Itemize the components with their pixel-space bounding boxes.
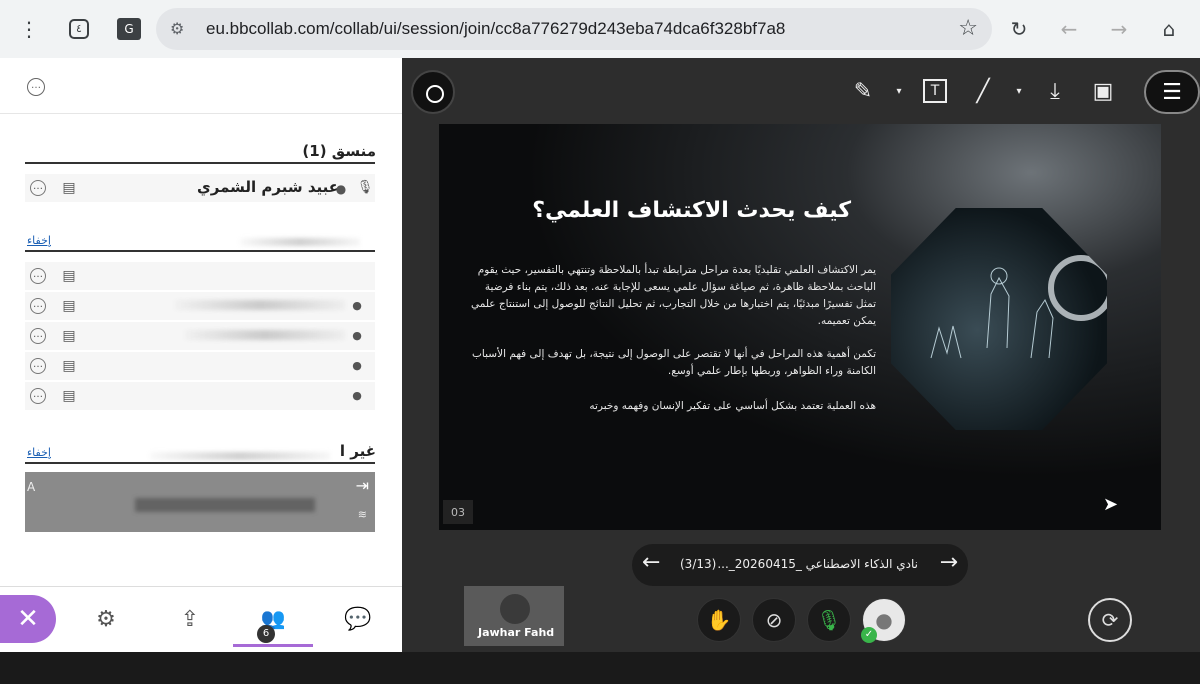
user-icon: ●: [352, 359, 362, 372]
blurred-name: [135, 498, 315, 512]
tab-count-icon[interactable]: ٤: [64, 14, 94, 44]
chevron-down-icon[interactable]: ▾: [892, 74, 906, 108]
slide-title: كيف يحدث الاكتشاف العلمي؟: [532, 198, 851, 223]
more-options-icon[interactable]: …: [30, 180, 46, 196]
list-icon: ▤: [62, 180, 76, 196]
pen-icon[interactable]: ✎: [848, 74, 878, 108]
participants-panel: … منسق (1) … ▤ عبيد شبرم الشمري ● 🎙 إخفا…: [0, 58, 402, 652]
chevron-down-icon[interactable]: ▾: [1012, 74, 1026, 108]
browser-toolbar: ⋮ ٤ G ⚙ eu.bbcollab.com/collab/ui/sessio…: [0, 0, 1200, 58]
list-icon: ▤: [62, 358, 76, 374]
participant-row[interactable]: … ▤ ●: [25, 322, 375, 350]
other-section-title: غير ا: [339, 442, 376, 460]
panel-tabs: ✕ ⚙ ⇪ 👥 6 💬: [0, 586, 402, 652]
download-icon[interactable]: ⤓: [1040, 74, 1070, 108]
blurred-name: [185, 330, 345, 340]
participant-row[interactable]: … ▤ ●: [25, 292, 375, 320]
raise-hand-icon[interactable]: ✋: [697, 598, 741, 642]
back-icon[interactable]: ←: [1054, 14, 1084, 44]
microphone-icon[interactable]: 🎙: [807, 598, 851, 642]
section-divider: [25, 162, 375, 164]
panel-header: …: [0, 58, 402, 114]
blurred-title: [150, 452, 330, 460]
user-icon: ●: [875, 608, 893, 632]
microphone-icon: 🎙: [356, 180, 374, 195]
user-icon: ●: [352, 299, 362, 312]
file-name: نادي الذكاء الاصطناعي _20260415_...: [717, 557, 918, 571]
slide-navigation: ← (3/13) نادي الذكاء الاصطناعي _20260415…: [632, 544, 968, 586]
camera-off-icon[interactable]: ⊘: [752, 598, 796, 642]
forward-icon[interactable]: →: [1104, 14, 1134, 44]
next-slide-button[interactable]: →: [940, 550, 958, 575]
slide-paragraph: يمر الاكتشاف العلمي تقليديًا بعدة مراحل …: [471, 264, 876, 327]
slide-image: [891, 208, 1107, 430]
moderator-section-title: منسق (1): [302, 142, 376, 160]
check-icon: ✓: [861, 627, 877, 643]
participant-row[interactable]: … ▤ ●: [25, 382, 375, 410]
site-settings-icon[interactable]: ⚙: [170, 19, 184, 38]
stamp-icon[interactable]: ▣: [1088, 74, 1118, 108]
more-options-icon[interactable]: …: [30, 358, 46, 374]
hide-link[interactable]: إخفاء: [27, 234, 51, 247]
menu-icon[interactable]: ☰: [1144, 70, 1200, 114]
wifi-icon: ≋: [357, 508, 367, 521]
tab-participants[interactable]: 👥 6: [233, 591, 313, 647]
blurred-name: [175, 300, 345, 310]
blurred-title: [240, 238, 360, 246]
collaborate-icon[interactable]: ⟳: [1088, 598, 1132, 642]
home-icon[interactable]: ⌂: [1154, 14, 1184, 44]
slide-paragraph: هذه العملية تعتمد بشكل أساسي على تفكير ا…: [589, 400, 876, 412]
more-options-icon[interactable]: …: [30, 328, 46, 344]
more-options-icon[interactable]: …: [30, 268, 46, 284]
main-stage: ✎ ▾ T ╱ ▾ ⤓ ▣ ☰ كيف يحدث الاكتشاف العلمي…: [402, 58, 1200, 662]
user-icon: ●: [352, 329, 362, 342]
participant-count-badge: 6: [257, 625, 275, 643]
translate-icon[interactable]: G: [114, 14, 144, 44]
chat-icon[interactable]: 💬: [318, 591, 398, 647]
star-icon[interactable]: ☆: [958, 16, 978, 41]
slide-number: 03: [443, 500, 473, 524]
more-options-icon[interactable]: …: [30, 298, 46, 314]
avatar: [500, 594, 530, 624]
user-icon: ●: [352, 389, 362, 402]
slide-paragraph: تكمن أهمية هذه المراحل في أنها لا تقتصر …: [472, 348, 876, 377]
my-status-button[interactable]: ● ✓: [861, 598, 906, 643]
share-icon[interactable]: ⇪: [150, 591, 230, 647]
list-icon: ▤: [62, 388, 76, 404]
participant-row[interactable]: … ▤: [25, 262, 375, 290]
address-bar[interactable]: ⚙ eu.bbcollab.com/collab/ui/session/join…: [156, 8, 992, 50]
more-options-icon[interactable]: …: [30, 388, 46, 404]
moderator-row[interactable]: … ▤ عبيد شبرم الشمري ● 🎙: [25, 174, 375, 202]
guest-card[interactable]: A ⇥ ≋: [25, 472, 375, 532]
stop-sharing-button[interactable]: [411, 70, 455, 114]
hide-link[interactable]: إخفاء: [27, 446, 51, 459]
more-icon[interactable]: ⋮: [14, 14, 44, 44]
user-icon: ●: [335, 182, 347, 196]
video-participant-name: Jawhar Fahd: [478, 626, 555, 639]
section-divider: [25, 250, 375, 252]
settings-icon[interactable]: ⚙: [66, 591, 146, 647]
list-icon: ▤: [62, 328, 76, 344]
list-icon: ▤: [62, 298, 76, 314]
bottom-bar: [0, 652, 1200, 684]
page-indicator: (3/13): [680, 557, 717, 571]
text-tool-icon[interactable]: T: [920, 74, 950, 108]
participant-row[interactable]: … ▤ ●: [25, 352, 375, 380]
line-tool-icon[interactable]: ╱: [968, 74, 998, 108]
url-text: eu.bbcollab.com/collab/ui/session/join/c…: [206, 19, 786, 38]
close-button[interactable]: ✕: [0, 595, 56, 643]
arrow-icon: ➤: [1103, 494, 1119, 515]
video-tile[interactable]: Jawhar Fahd: [464, 586, 564, 646]
options-icon[interactable]: …: [27, 78, 45, 96]
list-icon: ▤: [62, 268, 76, 284]
section-divider: [25, 462, 375, 464]
card-letter: A: [27, 480, 36, 494]
previous-slide-button[interactable]: ←: [642, 550, 660, 575]
moderator-name: عبيد شبرم الشمري: [197, 178, 339, 196]
presentation-slide: كيف يحدث الاكتشاف العلمي؟ يمر الاكتشاف ا…: [439, 124, 1161, 530]
tab-count: ٤: [69, 19, 89, 39]
refresh-icon[interactable]: ↻: [1004, 14, 1034, 44]
sign-in-icon: ⇥: [355, 476, 369, 495]
